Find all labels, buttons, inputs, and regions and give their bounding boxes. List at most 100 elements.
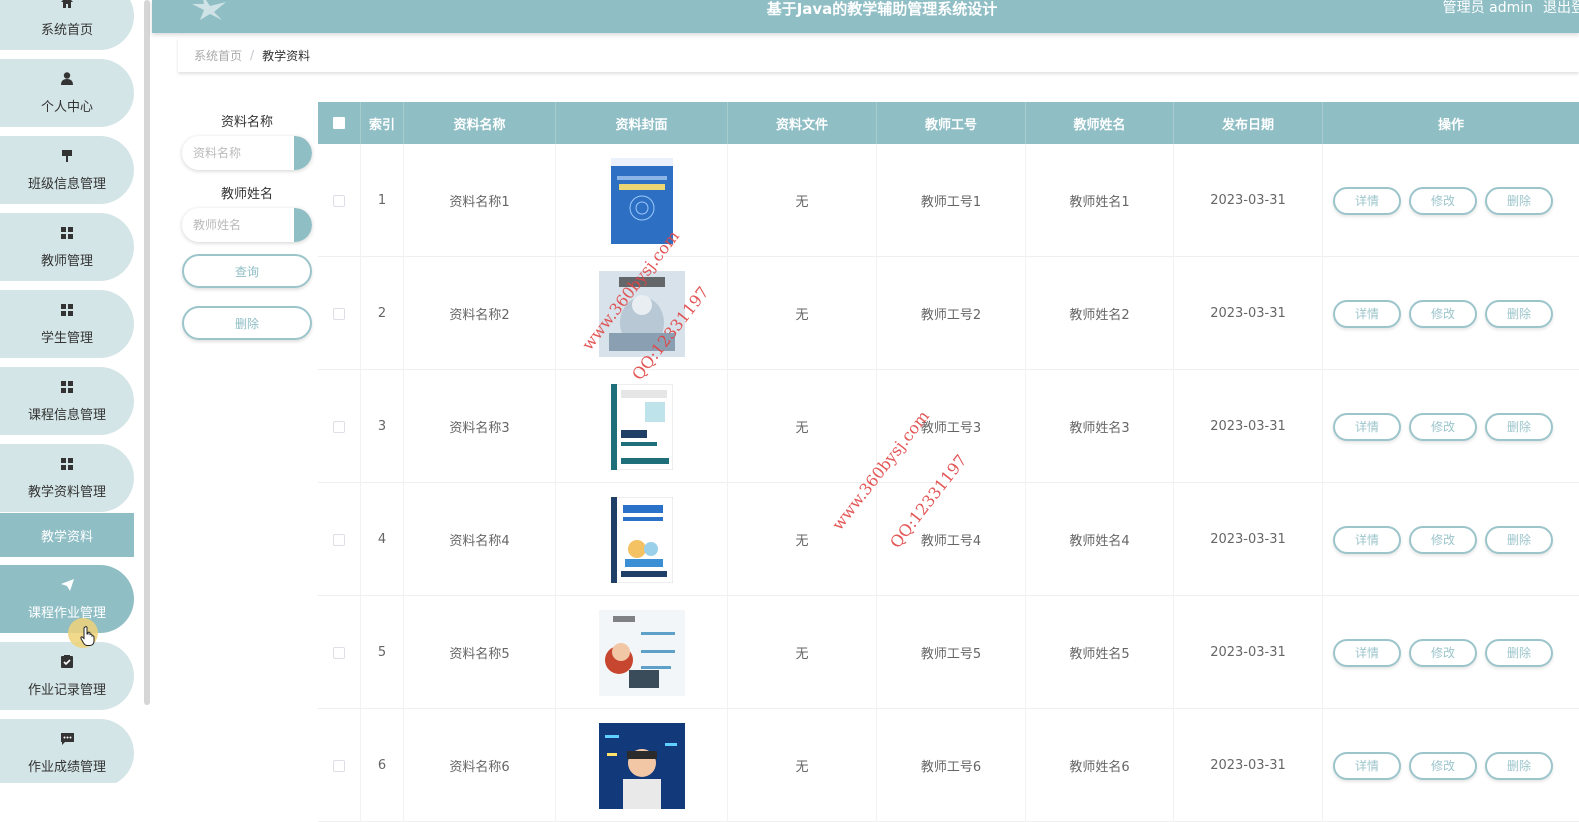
detail-button[interactable]: 详情 [1333, 412, 1401, 441]
row-material-name: 资料名称4 [404, 483, 556, 596]
material-cover-image[interactable] [598, 609, 685, 696]
teacher-name-input[interactable] [182, 208, 294, 242]
query-button[interactable]: 查询 [182, 254, 312, 288]
sidebar-item-class-info[interactable]: 班级信息管理 [0, 136, 134, 204]
edit-button[interactable]: 修改 [1409, 412, 1477, 441]
sidebar-item-home[interactable]: 系统首页 [0, 0, 134, 50]
breadcrumb: 系统首页 / 教学资料 [178, 38, 1579, 72]
edit-button[interactable]: 修改 [1409, 751, 1477, 780]
sidebar-item-label: 作业记录管理 [27, 682, 106, 698]
page-header-title: 基于Java的教学辅助管理系统设计 [766, 0, 998, 18]
row-publish-date: 2023-03-31 [1174, 144, 1323, 257]
row-material-file: 无 [728, 709, 877, 822]
sidebar-item-label: 教师管理 [40, 253, 93, 269]
edit-button[interactable]: 修改 [1409, 525, 1477, 554]
table-row: 4 资料名称4 无教师工号4 教师姓名4 2023-03-31 详情 修改 删除 [318, 483, 1579, 596]
sidebar-item-course-homework[interactable]: 课程作业管理 [0, 565, 134, 633]
delete-button[interactable]: 删除 [1485, 751, 1553, 780]
row-teacher-id: 教师工号5 [877, 596, 1026, 709]
material-cover-image[interactable] [599, 496, 685, 583]
row-material-file: 无 [728, 144, 877, 257]
sidebar-item-label: 课程作业管理 [27, 605, 106, 621]
sidebar-item-students[interactable]: 学生管理 [0, 290, 134, 358]
grid-icon [60, 226, 74, 240]
clipboard-icon [60, 655, 74, 669]
grid-icon [60, 380, 74, 394]
row-checkbox[interactable] [333, 194, 345, 207]
row-checkbox[interactable] [333, 759, 345, 772]
row-checkbox[interactable] [333, 420, 345, 433]
table-header: 索引 资料名称 资料封面 资料文件 教师工号 教师姓名 发布日期 操作 [318, 102, 1579, 144]
detail-button[interactable]: 详情 [1333, 525, 1401, 554]
row-index: 1 [361, 144, 404, 257]
select-all-checkbox[interactable] [333, 117, 345, 129]
sidebar-item-label: 课程信息管理 [27, 407, 106, 423]
row-checkbox[interactable] [333, 307, 345, 320]
material-cover-image[interactable] [598, 722, 685, 809]
column-header-cover: 资料封面 [556, 102, 728, 144]
sidebar-item-homework-scores[interactable]: 作业成绩管理 [0, 719, 134, 783]
sidebar-item-label: 系统首页 [40, 22, 93, 38]
column-header-date: 发布日期 [1174, 102, 1323, 144]
sidebar-item-profile[interactable]: 个人中心 [0, 59, 134, 127]
breadcrumb-home-link[interactable]: 系统首页 [194, 47, 242, 64]
logout-link[interactable]: 退出登录 [1543, 0, 1579, 16]
material-cover-image[interactable] [599, 383, 685, 470]
table-row: 6 资料名称6 无教师工号6 教师姓名6 2023-03-31 详情 修改 删除 [318, 709, 1579, 822]
delete-button[interactable]: 删除 [1485, 638, 1553, 667]
row-cover-cell [556, 483, 728, 596]
sidebar-subitem-materials[interactable]: 教学资料 [0, 513, 134, 557]
row-material-name: 资料名称5 [404, 596, 556, 709]
chat-icon [60, 732, 74, 746]
row-select-cell [318, 483, 361, 596]
row-select-cell [318, 370, 361, 483]
table-row: 1 资料名称1 无教师工号1 教师姓名1 2023-03-31 详情 修改 删除 [318, 144, 1579, 257]
row-material-name: 资料名称1 [404, 144, 556, 257]
row-cover-cell [556, 596, 728, 709]
sidebar-item-teaching-materials[interactable]: 教学资料管理 [0, 444, 134, 512]
material-name-input[interactable] [182, 136, 294, 170]
delete-button[interactable]: 删除 [1485, 525, 1553, 554]
sidebar-scrollbar[interactable] [144, 0, 150, 705]
sidebar-item-homework-records[interactable]: 作业记录管理 [0, 642, 134, 710]
user-icon [60, 72, 74, 86]
delete-button[interactable]: 删除 [1485, 299, 1553, 328]
select-all-cell [318, 102, 361, 144]
sidebar-item-course-info[interactable]: 课程信息管理 [0, 367, 134, 435]
grid-icon [60, 303, 74, 317]
column-header-name: 资料名称 [404, 102, 556, 144]
column-header-teacher-name: 教师姓名 [1026, 102, 1174, 144]
edit-button[interactable]: 修改 [1409, 638, 1477, 667]
send-icon [60, 578, 74, 592]
column-header-index: 索引 [361, 102, 404, 144]
detail-button[interactable]: 详情 [1333, 186, 1401, 215]
row-checkbox[interactable] [333, 646, 345, 659]
delete-button[interactable]: 删除 [1485, 186, 1553, 215]
sidebar-item-label: 班级信息管理 [27, 176, 106, 192]
detail-button[interactable]: 详情 [1333, 299, 1401, 328]
hand-cursor-icon [80, 626, 96, 650]
sidebar-item-teachers[interactable]: 教师管理 [0, 213, 134, 281]
batch-delete-button[interactable]: 删除 [182, 306, 312, 340]
teacher-name-label: 教师姓名 [220, 187, 273, 202]
detail-button[interactable]: 详情 [1333, 638, 1401, 667]
row-cover-cell [556, 370, 728, 483]
row-teacher-name: 教师姓名5 [1026, 596, 1174, 709]
delete-button[interactable]: 删除 [1485, 412, 1553, 441]
row-publish-date: 2023-03-31 [1174, 483, 1323, 596]
row-index: 4 [361, 483, 404, 596]
row-material-name: 资料名称2 [404, 257, 556, 370]
row-publish-date: 2023-03-31 [1174, 370, 1323, 483]
row-publish-date: 2023-03-31 [1174, 596, 1323, 709]
row-material-file: 无 [728, 370, 877, 483]
row-checkbox[interactable] [333, 533, 345, 546]
detail-button[interactable]: 详情 [1333, 751, 1401, 780]
row-cover-cell [556, 144, 728, 257]
edit-button[interactable]: 修改 [1409, 186, 1477, 215]
row-select-cell [318, 709, 361, 822]
row-teacher-name: 教师姓名3 [1026, 370, 1174, 483]
row-index: 3 [361, 370, 404, 483]
edit-button[interactable]: 修改 [1409, 299, 1477, 328]
sidebar-item-label: 教学资料管理 [27, 484, 106, 500]
row-teacher-id: 教师工号2 [877, 257, 1026, 370]
